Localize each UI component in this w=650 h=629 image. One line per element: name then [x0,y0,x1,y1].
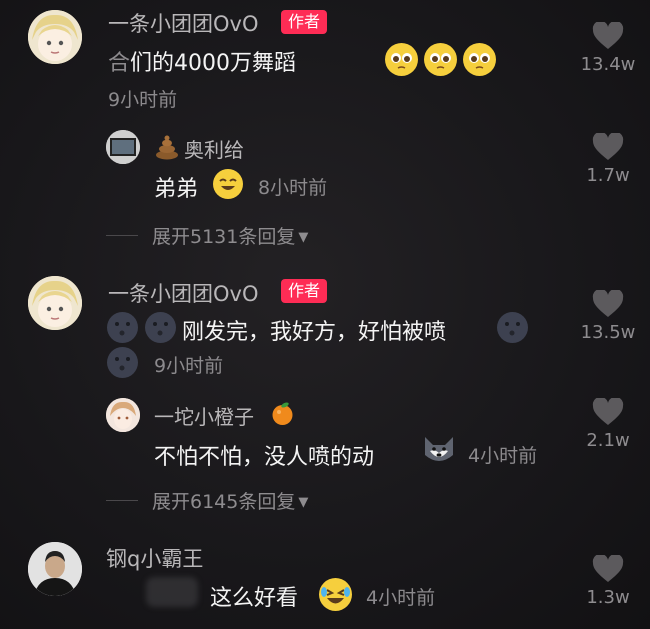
heart-icon [592,133,624,160]
grinning-emoji [213,169,243,199]
poop-emoji [154,134,180,160]
reply-text: 弟弟 [154,177,199,202]
comment-time: 9小时前 [108,89,178,111]
dark-moon-emoji [107,347,138,378]
like-count: 13.4w [580,54,636,75]
pleading-emoji [463,43,496,76]
divider [106,235,138,236]
reply-text: 不怕不怕，没人喷的动 [154,445,375,470]
heart-icon [592,555,624,582]
reply-username[interactable]: 一坨小橙子 [154,401,254,430]
avatar[interactable] [28,542,82,596]
expand-replies-button[interactable]: 展开5131条回复 ▼ [152,222,308,249]
like-button[interactable]: 1.7w [578,133,638,186]
comment-text: 刚发完，我好方，好怕被喷 [182,320,447,345]
avatar[interactable] [106,398,140,432]
heart-icon [592,22,624,49]
expand-replies-button[interactable]: 展开6145条回复 ▼ [152,487,308,514]
author-badge: 作者 [281,279,328,303]
like-count: 13.5w [580,322,636,343]
avatar[interactable] [28,10,82,64]
avatar[interactable] [28,276,82,330]
rolling-laughing-emoji [319,578,352,611]
heart-icon [592,290,624,317]
like-button[interactable]: 1.3w [578,555,638,608]
husky-dog-emoji [421,433,457,467]
comment-username[interactable]: 一条小团团OvO [108,278,259,308]
obscured-text: 合 [108,51,131,76]
comment-time: 4小时前 [366,587,436,609]
caret-down-icon: ▼ [298,230,309,245]
blurred-sticker [146,577,198,607]
author-badge: 作者 [281,10,328,34]
comment-time: 9小时前 [154,355,224,377]
pleading-emoji [424,43,457,76]
like-button[interactable]: 13.4w [578,22,638,75]
comment-text: 合们的4000万舞蹈 [108,51,297,76]
comment-text: 这么好看 [210,586,299,611]
heart-icon [592,398,624,425]
like-count: 1.7w [586,165,630,186]
comment-username[interactable]: 一条小团团OvO [108,8,259,38]
like-count: 1.3w [586,587,630,608]
caret-down-icon: ▼ [298,495,309,510]
reply-username[interactable]: 奥利给 [184,134,244,163]
orange-emoji [270,401,295,426]
pleading-emoji [385,43,418,76]
comment-username[interactable]: 钢q小霸王 [106,543,203,573]
like-button[interactable]: 2.1w [578,398,638,451]
like-count: 2.1w [586,430,630,451]
like-button[interactable]: 13.5w [578,290,638,343]
dark-moon-emoji [497,312,528,343]
divider [106,500,138,501]
dark-moon-emoji [145,312,176,343]
dark-moon-emoji [107,312,138,343]
avatar[interactable] [106,130,140,164]
reply-time: 8小时前 [258,177,328,199]
reply-time: 4小时前 [468,445,538,467]
